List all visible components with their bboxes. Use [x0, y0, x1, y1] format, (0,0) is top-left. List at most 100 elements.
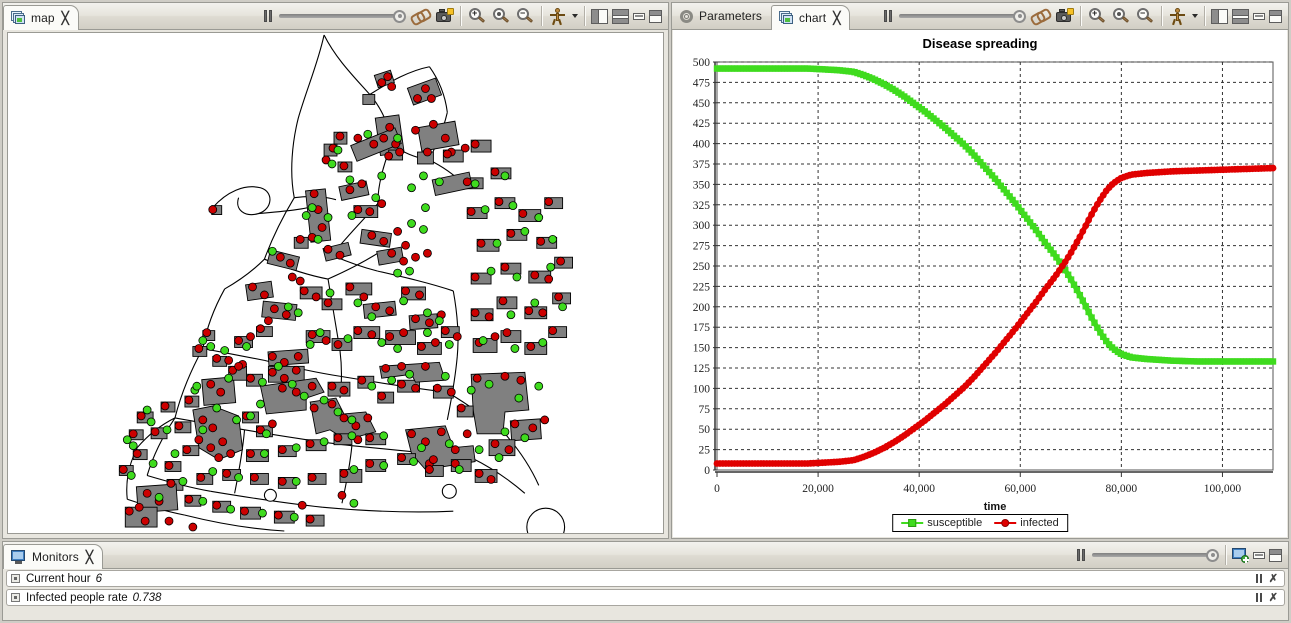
- view-icon: [11, 11, 26, 25]
- chart-agents-group: [1164, 4, 1202, 28]
- series-marker: [1269, 358, 1277, 365]
- legend-line-susceptible: [901, 519, 924, 527]
- monitor-name: Infected people rate: [26, 591, 128, 604]
- tab-chart[interactable]: chart ╳: [771, 5, 851, 30]
- y-tick-label: 375: [693, 159, 711, 171]
- x-tick-label: 80,000: [1106, 483, 1138, 495]
- chart-plot-area[interactable]: 0 25 50 75 100 125 150 175 200 225 250 275 300 325 350…: [673, 30, 1287, 537]
- maximize-icon[interactable]: [1269, 548, 1282, 562]
- speed-slider[interactable]: [899, 9, 1026, 23]
- agents-icon[interactable]: [548, 6, 568, 26]
- y-tick-label: 125: [693, 363, 711, 375]
- application-window: map ╳ + − Parameters chart ╳ + − Disease…: [0, 0, 1291, 623]
- road-node: [263, 488, 277, 502]
- map-toolbar: + −: [257, 3, 668, 29]
- pause-icon[interactable]: [1255, 574, 1262, 583]
- y-tick-label: 25: [699, 445, 711, 457]
- speed-slider[interactable]: [279, 9, 406, 23]
- legend-item-susceptible: susceptible: [901, 517, 982, 529]
- series-marker: [1076, 291, 1084, 299]
- y-tick-label: 300: [693, 220, 711, 232]
- series-marker: [1085, 308, 1092, 316]
- zoom-in-icon[interactable]: +: [1087, 6, 1107, 26]
- layout-top-icon[interactable]: [612, 8, 629, 24]
- y-tick-label: 325: [693, 200, 711, 212]
- y-tick-label: 250: [693, 261, 711, 273]
- tab-map[interactable]: map ╳: [3, 5, 79, 30]
- tab-monitors-label: Monitors: [32, 550, 79, 564]
- map-layout-group: [587, 4, 666, 28]
- zoom-in-icon[interactable]: +: [467, 6, 487, 26]
- expand-icon[interactable]: [11, 593, 20, 602]
- zoom-fit-icon[interactable]: [491, 6, 511, 26]
- monitors-toolbar: [1070, 542, 1288, 568]
- zoom-out-icon[interactable]: −: [515, 6, 535, 26]
- monitor-value: 0.738: [132, 591, 162, 604]
- map-playback-group: [257, 4, 458, 28]
- layout-left-icon[interactable]: [1211, 8, 1228, 24]
- add-monitor-icon[interactable]: [1232, 547, 1249, 563]
- close-icon[interactable]: ╳: [833, 11, 840, 25]
- close-icon[interactable]: ✗: [1269, 591, 1278, 604]
- monitors-actions-group: [1228, 543, 1286, 567]
- series-marker: [1079, 297, 1086, 304]
- x-tick-label: 0: [714, 483, 720, 495]
- y-tick-label: 425: [693, 118, 711, 130]
- series-marker: [1082, 303, 1089, 310]
- layout-left-icon[interactable]: [591, 8, 608, 24]
- close-icon[interactable]: ✗: [1269, 572, 1278, 585]
- pause-icon[interactable]: [1255, 593, 1262, 602]
- table-row[interactable]: Infected people rate 0.738 ✗: [6, 589, 1285, 606]
- close-icon[interactable]: ╳: [62, 11, 69, 25]
- minimize-icon[interactable]: [1253, 12, 1265, 20]
- y-tick-label: 225: [693, 281, 711, 293]
- tab-parameters[interactable]: Parameters: [672, 3, 771, 29]
- chart-legend: susceptible infected: [892, 514, 1068, 532]
- monitors-list: Current hour 6 ✗ Infected people rate 0.…: [6, 570, 1285, 617]
- camera-icon[interactable]: [1054, 6, 1074, 26]
- close-icon[interactable]: ╳: [86, 550, 93, 564]
- roundabout: [526, 507, 566, 533]
- table-row[interactable]: Current hour 6 ✗: [6, 570, 1285, 587]
- chart-svg: 0 25 50 75 100 125 150 175 200 225 250 275 300 325 350…: [693, 57, 1277, 513]
- monitors-playback-group: [1070, 543, 1223, 567]
- agents-icon[interactable]: [1168, 6, 1188, 26]
- chart-tabbar: Parameters chart ╳ + −: [672, 3, 1288, 30]
- minimize-icon[interactable]: [633, 12, 645, 20]
- y-tick-label: 400: [693, 139, 711, 151]
- monitors-panel: Monitors ╳ Current hour 6 ✗ Infected peo…: [2, 541, 1289, 621]
- chevron-down-icon[interactable]: [1192, 14, 1198, 18]
- map-canvas[interactable]: [7, 32, 664, 534]
- speed-slider[interactable]: [1092, 548, 1219, 562]
- tab-parameters-label: Parameters: [699, 9, 763, 23]
- layout-top-icon[interactable]: [1232, 8, 1249, 24]
- pause-icon[interactable]: [261, 9, 275, 23]
- tab-chart-label: chart: [799, 11, 827, 25]
- maximize-icon[interactable]: [649, 9, 662, 23]
- camera-icon[interactable]: [434, 6, 454, 26]
- map-zoom-group: + −: [463, 4, 539, 28]
- legend-marker-square: [908, 519, 917, 527]
- pause-icon[interactable]: [881, 9, 895, 23]
- chart-zoom-group: + −: [1083, 4, 1159, 28]
- expand-icon[interactable]: [11, 574, 20, 583]
- map-tabbar: map ╳ + −: [3, 3, 668, 30]
- chevron-down-icon[interactable]: [572, 14, 578, 18]
- monitor-row-tools: ✗: [1255, 572, 1280, 585]
- road-node: [441, 483, 457, 499]
- maximize-icon[interactable]: [1269, 9, 1282, 23]
- pause-icon[interactable]: [1074, 548, 1088, 562]
- tab-monitors[interactable]: Monitors ╳: [3, 544, 104, 569]
- y-tick-label: 350: [693, 179, 711, 191]
- link-icon[interactable]: [410, 6, 430, 26]
- minimize-icon[interactable]: [1253, 551, 1265, 559]
- y-tick-label: 50: [699, 424, 711, 436]
- y-tick-label: 500: [693, 57, 711, 69]
- x-tick-label: 100,000: [1204, 483, 1242, 495]
- zoom-fit-icon[interactable]: [1111, 6, 1131, 26]
- legend-label-susceptible: susceptible: [927, 517, 983, 529]
- y-tick-label: 450: [693, 98, 711, 110]
- link-icon[interactable]: [1030, 6, 1050, 26]
- zoom-out-icon[interactable]: −: [1135, 6, 1155, 26]
- y-tick-label: 0: [704, 465, 710, 477]
